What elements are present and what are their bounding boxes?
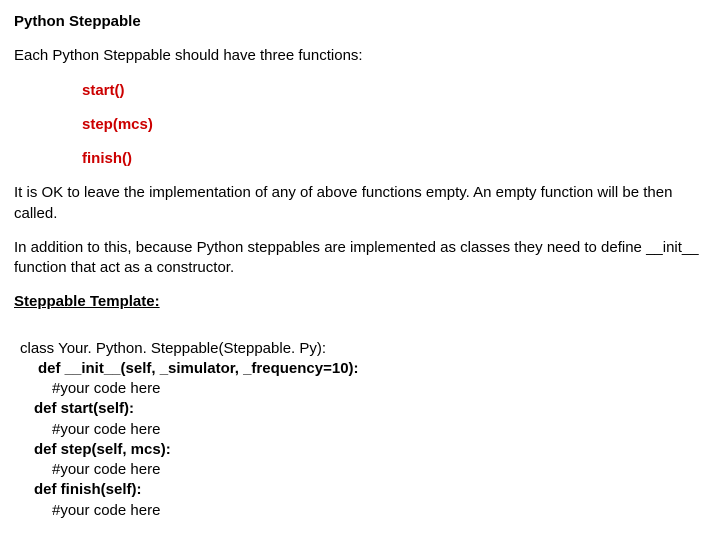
code-line: def start(self): <box>34 399 706 419</box>
code-line: def step(self, mcs): <box>34 440 706 460</box>
code-line: #your code here <box>52 501 706 521</box>
code-line: #your code here <box>52 379 706 399</box>
code-line: def __init__(self, _simulator, _frequenc… <box>38 359 706 379</box>
code-line: #your code here <box>52 420 706 440</box>
code-line: #your code here <box>52 460 706 480</box>
code-line: class Your. Python. Steppable(Steppable.… <box>20 339 706 359</box>
function-step: step(mcs) <box>82 115 706 135</box>
function-start: start() <box>82 81 706 101</box>
function-list: start() step(mcs) finish() <box>14 81 706 170</box>
intro-paragraph: Each Python Steppable should have three … <box>14 46 706 66</box>
code-template: class Your. Python. Steppable(Steppable.… <box>20 339 706 521</box>
paragraph-empty-ok: It is OK to leave the implementation of … <box>14 183 706 224</box>
template-heading: Steppable Template: <box>14 292 706 312</box>
function-finish: finish() <box>82 149 706 169</box>
code-line: def finish(self): <box>34 480 706 500</box>
paragraph-init: In addition to this, because Python step… <box>14 238 706 279</box>
page-title: Python Steppable <box>14 12 706 32</box>
